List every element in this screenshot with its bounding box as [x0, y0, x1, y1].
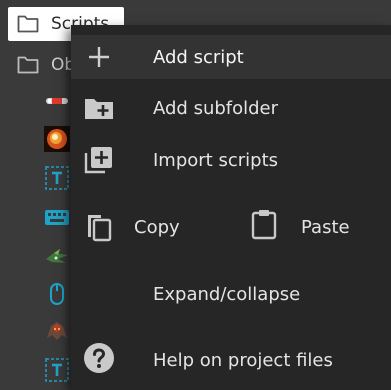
import-icon	[84, 147, 112, 174]
context-menu: Add script Add subfolder Import scripts …	[71, 25, 391, 390]
folder-icon	[17, 56, 39, 74]
folder-icon	[17, 15, 39, 33]
keyboard-object-icon[interactable]	[44, 204, 70, 230]
menu-item-label: Add subfolder	[153, 98, 279, 119]
monster-sprite-icon[interactable]	[44, 318, 70, 344]
mouse-object-icon[interactable]	[44, 281, 70, 307]
menu-item-label: Help on project files	[153, 350, 333, 371]
folder-add-icon	[85, 99, 113, 119]
menu-item-add-script[interactable]: Add script	[71, 35, 391, 79]
menu-item-label: Add script	[153, 47, 244, 68]
menu-item-label: Paste	[301, 217, 350, 238]
menu-item-expand-collapse[interactable]: Expand/collapse	[71, 272, 391, 316]
menu-item-label: Copy	[134, 217, 180, 238]
bullet-sprite-icon[interactable]	[44, 88, 70, 114]
text-object-icon[interactable]	[44, 165, 70, 191]
explosion-sprite-icon[interactable]	[44, 126, 70, 152]
menu-item-paste[interactable]: Paste	[236, 205, 391, 249]
menu-item-import-scripts[interactable]: Import scripts	[71, 138, 391, 182]
ship-sprite-icon[interactable]	[44, 243, 70, 269]
menu-item-copy[interactable]: Copy	[71, 205, 231, 249]
paste-icon	[251, 210, 277, 240]
menu-item-label: Expand/collapse	[153, 284, 301, 305]
menu-item-help[interactable]: Help on project files	[71, 338, 391, 382]
copy-icon	[88, 215, 112, 242]
help-icon	[84, 343, 114, 373]
text-object-icon[interactable]	[44, 357, 70, 383]
menu-item-label: Import scripts	[153, 150, 278, 171]
menu-item-add-subfolder[interactable]: Add subfolder	[71, 86, 391, 130]
plus-icon	[89, 47, 109, 67]
editor-window: Scripts Ob Add script Add subfolder Impo…	[0, 0, 391, 390]
